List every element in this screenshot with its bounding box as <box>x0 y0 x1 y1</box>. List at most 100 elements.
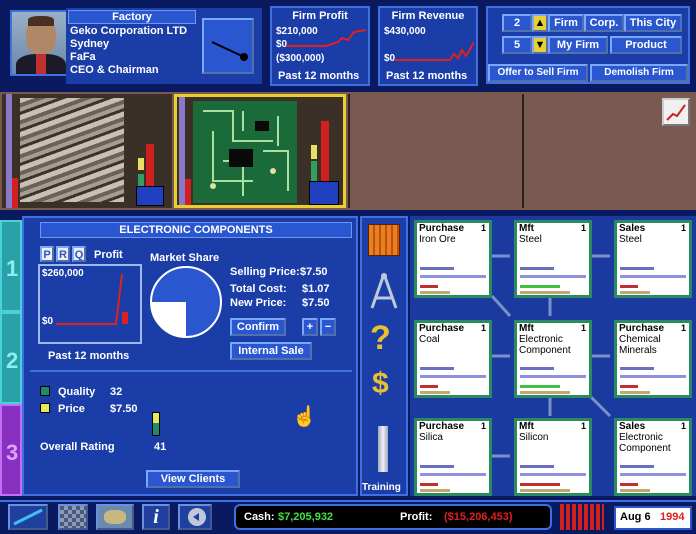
tile-bar-2 <box>620 375 686 378</box>
books-icon[interactable] <box>368 224 400 256</box>
tile-bar-1 <box>420 267 454 270</box>
tab-r[interactable]: R <box>56 246 70 262</box>
help-icon[interactable]: ? <box>370 318 391 358</box>
tile-bar-4 <box>620 291 650 294</box>
profit-chart[interactable]: $260,000 $0 <box>38 264 142 344</box>
speed-control-icon[interactable] <box>560 504 604 530</box>
finance-icon[interactable]: $ <box>372 364 389 404</box>
tile-name: Steel <box>619 234 642 245</box>
firm-gauge-button[interactable] <box>202 18 254 74</box>
tile-bar-3 <box>620 285 638 288</box>
firm-revenue-title: Firm Revenue <box>391 10 465 22</box>
training-icon[interactable] <box>378 426 388 472</box>
tile-name-2: Component <box>519 345 571 356</box>
internal-sale-button[interactable]: Internal Sale <box>230 342 312 360</box>
map-tool-icon[interactable] <box>8 504 48 530</box>
tile-bar-1 <box>520 267 554 270</box>
tile-name: Coal <box>419 334 440 345</box>
side-tab-2[interactable]: 2 <box>0 312 22 404</box>
tile-type: Purchase <box>419 323 465 334</box>
firm-revenue-box[interactable]: Firm Revenue $430,000 $0 Past 12 months <box>378 6 478 86</box>
tile-bar-3 <box>420 285 438 288</box>
ceo-portrait[interactable] <box>10 10 68 76</box>
increase-price-button[interactable]: + <box>302 318 318 336</box>
tile-number: 1 <box>480 223 486 233</box>
person-role: CEO & Chairman <box>70 64 159 76</box>
profit-period: Past 12 months <box>48 350 130 362</box>
company-name: Geko Corporation LTD <box>70 25 188 37</box>
tile-name-2: Component <box>619 443 671 454</box>
tile-name: Silica <box>419 432 443 443</box>
production-tile[interactable]: Purchase 1 Iron Ore <box>414 220 492 298</box>
production-tile[interactable]: Sales 1 Steel <box>614 220 692 298</box>
quality-swatch <box>40 386 50 396</box>
total-cost-value: $1.07 <box>302 283 330 295</box>
build-tool-icon[interactable] <box>58 504 88 530</box>
decrease-price-button[interactable]: − <box>320 318 336 336</box>
tile-number: 1 <box>680 323 686 333</box>
tab-q[interactable]: Q <box>72 246 86 262</box>
training-label: Training <box>362 482 401 493</box>
info-icon[interactable]: i <box>142 504 170 530</box>
production-tile[interactable]: Sales 1 Electronic Component <box>614 418 692 496</box>
tile-bar-2 <box>520 275 586 278</box>
gauge-icon <box>211 41 248 61</box>
production-tile[interactable]: Mft 1 Electronic Component <box>514 320 592 398</box>
this-city-button[interactable]: This City <box>624 14 682 32</box>
view-clients-button[interactable]: View Clients <box>146 470 240 488</box>
nav-block: 2 ▲ Firm Corp. This City 5 ▼ My Firm Pro… <box>486 6 690 84</box>
firm-profit-box[interactable]: Firm Profit $210,000 $0 ($300,000) Past … <box>270 6 370 86</box>
compass-icon[interactable] <box>366 272 402 312</box>
tile-bar-4 <box>620 391 650 394</box>
side-tab-1[interactable]: 1 <box>0 220 22 312</box>
product-title: ELECTRONIC COMPONENTS <box>40 222 352 238</box>
production-tile[interactable]: Purchase 1 Silica <box>414 418 492 496</box>
counter-bottom: 5 <box>502 36 532 54</box>
side-tab-3[interactable]: 3 <box>0 404 22 496</box>
my-firm-button[interactable]: My Firm <box>548 36 608 54</box>
empty-view-slot-1[interactable] <box>348 94 520 208</box>
firm-revenue-period: Past 12 months <box>386 70 468 82</box>
tile-name: Iron Ore <box>419 234 456 245</box>
corp-button[interactable]: Corp. <box>584 14 624 32</box>
firm-profit-bottom: ($300,000) <box>276 53 325 64</box>
tile-name-2: Minerals <box>619 345 657 356</box>
firm-info-panel: Factory Geko Corporation LTD Sydney FaFa… <box>66 8 262 84</box>
production-tile[interactable]: Purchase 1 Chemical Minerals <box>614 320 692 398</box>
firm-button[interactable]: Firm <box>548 14 584 32</box>
confirm-button[interactable]: Confirm <box>230 318 286 336</box>
arrow-down-button[interactable]: ▼ <box>532 36 548 54</box>
electronic-view-slot[interactable] <box>174 94 346 208</box>
tile-type: Mft <box>519 323 534 334</box>
price-value: $7.50 <box>110 403 138 415</box>
tile-bar-1 <box>420 367 454 370</box>
tab-p[interactable]: P <box>40 246 54 262</box>
tile-bar-3 <box>620 483 638 486</box>
production-tile[interactable]: Purchase 1 Coal <box>414 320 492 398</box>
divider <box>30 370 352 372</box>
production-tile[interactable]: Mft 1 Silicon <box>514 418 592 496</box>
tile-bar-3 <box>520 385 560 388</box>
tile-type: Sales <box>619 223 646 234</box>
tile-bar-2 <box>620 275 686 278</box>
counter-top: 2 <box>502 14 532 32</box>
demolish-firm-button[interactable]: Demolish Firm <box>590 64 688 82</box>
tile-bar-2 <box>520 375 586 378</box>
firm-section-title: Factory <box>68 10 196 24</box>
speaker-icon[interactable] <box>178 504 212 530</box>
arrow-up-button[interactable]: ▲ <box>532 14 548 32</box>
firm-profit-period: Past 12 months <box>278 70 360 82</box>
tile-bar-1 <box>620 267 654 270</box>
market-share-pie[interactable] <box>148 264 224 340</box>
chart-icon[interactable] <box>662 98 690 126</box>
product-button[interactable]: Product <box>610 36 682 54</box>
offer-sell-firm-button[interactable]: Offer to Sell Firm <box>488 64 588 82</box>
tile-bar-1 <box>520 367 554 370</box>
production-tile[interactable]: Mft 1 Steel <box>514 220 592 298</box>
tile-number: 1 <box>480 323 486 333</box>
tile-number: 1 <box>580 223 586 233</box>
steel-view-slot[interactable] <box>2 94 172 208</box>
world-map-icon[interactable] <box>96 504 134 530</box>
firm-revenue-sparkline <box>394 41 474 61</box>
overall-rating-label: Overall Rating <box>40 441 115 453</box>
